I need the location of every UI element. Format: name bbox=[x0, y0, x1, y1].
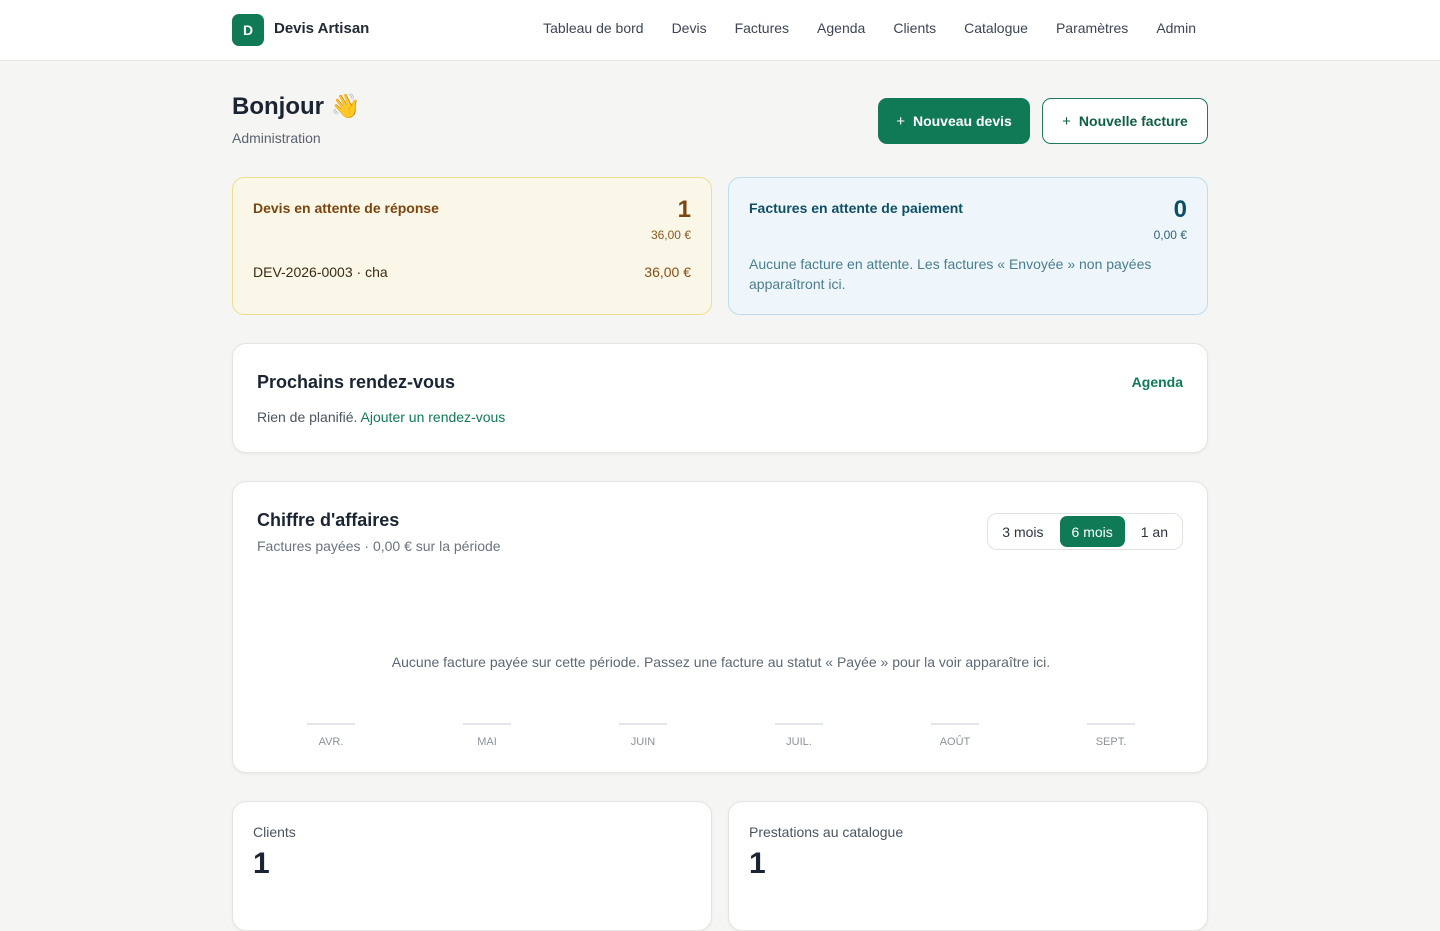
top-navbar: D Devis Artisan Tableau de bord Devis Fa… bbox=[0, 0, 1440, 61]
chart-x-tick-label: MAI bbox=[477, 736, 497, 748]
chart-x-tick-label: AVR. bbox=[319, 736, 344, 748]
new-quote-label: Nouveau devis bbox=[912, 113, 1012, 129]
pending-quotes-count: 1 bbox=[677, 196, 691, 223]
range-3-months[interactable]: 3 mois bbox=[990, 516, 1055, 547]
appointments-empty-text: Rien de planifié. bbox=[257, 409, 358, 425]
nav-item-dashboard[interactable]: Tableau de bord bbox=[543, 20, 643, 36]
pending-quotes-card: Devis en attente de réponse 1 36,00 € DE… bbox=[232, 177, 712, 315]
range-1-year[interactable]: 1 an bbox=[1129, 516, 1180, 547]
chart-bar bbox=[463, 723, 511, 725]
catalog-stat-label: Prestations au catalogue bbox=[749, 824, 904, 840]
page-title: Bonjour 👋 bbox=[232, 93, 361, 120]
nav-item-quotes[interactable]: Devis bbox=[672, 20, 707, 36]
chart-bar bbox=[931, 723, 979, 725]
nav-item-catalog[interactable]: Catalogue bbox=[964, 20, 1028, 36]
main-nav: Tableau de bord Devis Factures Agenda Cl… bbox=[543, 20, 1196, 36]
revenue-title: Chiffre d'affaires bbox=[257, 510, 400, 530]
plus-icon: + bbox=[1062, 112, 1071, 130]
chart-bar bbox=[775, 723, 823, 725]
quote-reference: DEV-2026-0003 · cha bbox=[253, 264, 388, 280]
nav-item-clients[interactable]: Clients bbox=[893, 20, 936, 36]
chart-bar bbox=[307, 723, 355, 725]
nav-item-admin[interactable]: Admin bbox=[1156, 20, 1196, 36]
agenda-link[interactable]: Agenda bbox=[1132, 374, 1183, 390]
list-item[interactable]: DEV-2026-0003 · cha 36,00 € bbox=[253, 264, 691, 280]
brand-name[interactable]: Devis Artisan bbox=[274, 20, 369, 37]
revenue-subtitle: Factures payées · 0,00 € sur la période bbox=[257, 538, 501, 554]
appointments-card: Prochains rendez-vous Agenda Rien de pla… bbox=[232, 343, 1208, 453]
chart-x-tick-label: JUIN bbox=[631, 736, 656, 748]
catalog-stat-value: 1 bbox=[749, 847, 766, 880]
pending-quotes-total: 36,00 € bbox=[650, 228, 691, 242]
range-6-months[interactable]: 6 mois bbox=[1059, 516, 1125, 547]
clients-stat-card[interactable]: Clients 1 bbox=[232, 801, 712, 931]
revenue-card: Chiffre d'affaires Factures payées · 0,0… bbox=[232, 481, 1208, 773]
range-selector: 3 mois 6 mois 1 an bbox=[987, 513, 1183, 550]
chart-bar bbox=[1087, 723, 1135, 725]
appointments-empty: Rien de planifié. Ajouter un rendez-vous bbox=[257, 409, 505, 425]
nav-item-settings[interactable]: Paramètres bbox=[1056, 20, 1128, 36]
pending-invoices-count: 0 bbox=[1173, 196, 1187, 223]
pending-invoices-title: Factures en attente de paiement bbox=[749, 200, 963, 216]
catalog-stat-card[interactable]: Prestations au catalogue 1 bbox=[728, 801, 1208, 931]
quote-amount: 36,00 € bbox=[644, 264, 691, 280]
clients-stat-value: 1 bbox=[253, 847, 270, 880]
new-quote-button[interactable]: + Nouveau devis bbox=[878, 98, 1030, 144]
nav-item-agenda[interactable]: Agenda bbox=[817, 20, 865, 36]
add-appointment-link[interactable]: Ajouter un rendez-vous bbox=[361, 409, 506, 425]
plus-icon: + bbox=[896, 112, 905, 130]
revenue-chart: AVR. MAI JUIN JUIL. AOÛT SEPT. bbox=[307, 723, 1135, 748]
new-invoice-button[interactable]: + Nouvelle facture bbox=[1042, 98, 1208, 144]
new-invoice-label: Nouvelle facture bbox=[1078, 113, 1188, 129]
chart-x-tick-label: AOÛT bbox=[940, 735, 971, 748]
nav-item-invoices[interactable]: Factures bbox=[735, 20, 789, 36]
pending-invoices-card: Factures en attente de paiement 0 0,00 €… bbox=[728, 177, 1208, 315]
pending-quotes-title: Devis en attente de réponse bbox=[253, 200, 439, 216]
pending-invoices-total: 0,00 € bbox=[1153, 228, 1187, 242]
chart-x-tick-label: JUIL. bbox=[786, 736, 812, 748]
logo-badge[interactable]: D bbox=[232, 14, 264, 46]
revenue-empty-text: Aucune facture payée sur cette période. … bbox=[391, 654, 1051, 670]
chart-x-tick-label: SEPT. bbox=[1096, 736, 1127, 748]
pending-invoices-empty-text: Aucune facture en attente. Les factures … bbox=[749, 256, 1152, 292]
chart-bar bbox=[619, 723, 667, 725]
appointments-title: Prochains rendez-vous bbox=[257, 372, 456, 392]
page-subtitle: Administration bbox=[232, 130, 321, 146]
clients-stat-label: Clients bbox=[253, 824, 296, 840]
